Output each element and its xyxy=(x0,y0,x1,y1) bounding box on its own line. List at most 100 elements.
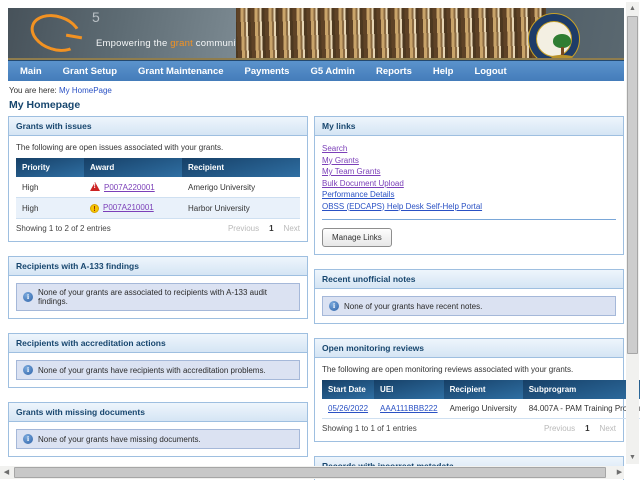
panel-accreditation-title: Recipients with accreditation actions xyxy=(9,334,307,353)
showing-entries-label: Showing 1 to 2 of 2 entries xyxy=(16,224,111,233)
breadcrumb-home-link[interactable]: My HomePage xyxy=(59,86,112,95)
panel-missing-documents-title: Grants with missing documents xyxy=(9,403,307,422)
yellow-circle-warning-icon: ! xyxy=(90,204,99,213)
subprogram-cell: 84.007A - PAM Training Program xyxy=(523,399,640,419)
award-link[interactable]: P007A210001 xyxy=(103,203,154,212)
col-recipient: Recipient xyxy=(444,380,523,399)
page-number[interactable]: 1 xyxy=(585,424,589,433)
table-footer: Showing 1 to 2 of 2 entries Previous 1 N… xyxy=(16,219,300,234)
nav-logout[interactable]: Logout xyxy=(474,66,506,77)
panel-grants-with-issues: Grants with issues The following are ope… xyxy=(8,116,308,242)
monitoring-description: The following are open monitoring review… xyxy=(322,365,616,374)
recipient-cell: Amerigo University xyxy=(444,399,523,419)
tagline-highlight: grant xyxy=(170,38,193,49)
award-link[interactable]: P007A220001 xyxy=(104,183,155,192)
nav-main[interactable]: Main xyxy=(20,66,42,77)
link-my-team-grants[interactable]: My Team Grants xyxy=(322,166,616,178)
award-cell: ! P007A210001 xyxy=(84,198,182,219)
a133-info-message: i None of your grants are associated to … xyxy=(16,283,300,311)
scroll-up-icon[interactable]: ▲ xyxy=(626,2,639,15)
scroll-right-icon[interactable]: ▶ xyxy=(613,466,626,479)
panel-a133-body: i None of your grants are associated to … xyxy=(9,276,307,318)
library-photo xyxy=(236,8,546,60)
page-number[interactable]: 1 xyxy=(269,224,273,233)
links-divider xyxy=(322,219,616,220)
panel-a133-findings: Recipients with A-133 findings i None of… xyxy=(8,256,308,319)
tagline-prefix: Empowering the xyxy=(96,38,170,49)
pagination: Previous 1 Next xyxy=(228,224,300,233)
grants-issues-table: Priority Award Recipient High !P007A2200… xyxy=(16,158,300,219)
start-date-cell: 05/26/2022 xyxy=(322,399,374,419)
horizontal-scrollbar-thumb[interactable] xyxy=(14,467,606,478)
breadcrumb: You are here: My HomePage xyxy=(9,86,112,95)
site-banner: 5 Empowering the grant community. xyxy=(8,8,624,60)
table-footer: Showing 1 to 1 of 1 entries Previous 1 N… xyxy=(322,419,616,434)
seal-tree-icon xyxy=(553,34,571,48)
link-my-grants[interactable]: My Grants xyxy=(322,155,616,167)
col-recipient: Recipient xyxy=(182,158,300,177)
tagline: Empowering the grant community. xyxy=(96,38,246,49)
grants-issues-description: The following are open issues associated… xyxy=(16,143,300,152)
link-search[interactable]: Search xyxy=(322,143,616,155)
right-column: My links Search My Grants My Team Grants… xyxy=(314,116,624,480)
g5-logo-icon xyxy=(26,8,87,58)
next-button[interactable]: Next xyxy=(600,424,616,433)
col-start-date: Start Date xyxy=(322,380,374,399)
link-performance-details[interactable]: Performance Details xyxy=(322,189,616,201)
link-obss-help-desk[interactable]: OBSS (EDCAPS) Help Desk Self-Help Portal xyxy=(322,201,616,213)
table-row: High ! P007A210001 Harbor University xyxy=(16,198,300,219)
table-row: High !P007A220001 Amerigo University xyxy=(16,177,300,198)
info-icon: i xyxy=(23,434,33,444)
panel-my-links: My links Search My Grants My Team Grants… xyxy=(314,116,624,255)
uei-link[interactable]: AAA111BBB222 xyxy=(380,404,438,413)
nav-reports[interactable]: Reports xyxy=(376,66,412,77)
notes-message-text: None of your grants have recent notes. xyxy=(344,302,482,311)
vertical-scrollbar[interactable]: ▲ ▼ xyxy=(626,2,639,464)
seal-base xyxy=(551,55,573,59)
vertical-scrollbar-thumb[interactable] xyxy=(627,16,638,354)
main-content: Grants with issues The following are ope… xyxy=(8,116,624,480)
accreditation-message-text: None of your grants have recipients with… xyxy=(38,366,266,375)
table-header-row: Priority Award Recipient xyxy=(16,158,300,177)
next-button[interactable]: Next xyxy=(284,224,300,233)
manage-links-button[interactable]: Manage Links xyxy=(322,228,392,247)
previous-button[interactable]: Previous xyxy=(544,424,575,433)
priority-cell: High xyxy=(16,198,84,219)
scroll-left-icon[interactable]: ◀ xyxy=(0,466,13,479)
uei-cell: AAA111BBB222 xyxy=(374,399,444,419)
breadcrumb-prefix: You are here: xyxy=(9,86,59,95)
nav-help[interactable]: Help xyxy=(433,66,454,77)
award-cell: !P007A220001 xyxy=(84,177,182,198)
panel-accreditation-body: i None of your grants have recipients wi… xyxy=(9,353,307,387)
recipient-cell: Harbor University xyxy=(182,198,300,219)
panel-missing-documents: Grants with missing documents i None of … xyxy=(8,402,308,457)
col-subprogram: Subprogram xyxy=(523,380,640,399)
pagination: Previous 1 Next xyxy=(544,424,616,433)
nav-grant-maintenance[interactable]: Grant Maintenance xyxy=(138,66,224,77)
monitoring-reviews-table: Start Date UEI Recipient Subprogram 05/2… xyxy=(322,380,640,419)
info-icon: i xyxy=(329,301,339,311)
link-bulk-document-upload[interactable]: Bulk Document Upload xyxy=(322,178,616,190)
panel-missing-documents-body: i None of your grants have missing docum… xyxy=(9,422,307,456)
col-uei: UEI xyxy=(374,380,444,399)
nav-grant-setup[interactable]: Grant Setup xyxy=(63,66,117,77)
table-row: 05/26/2022 AAA111BBB222 Amerigo Universi… xyxy=(322,399,640,419)
panel-unofficial-notes-title: Recent unofficial notes xyxy=(315,270,623,289)
panel-unofficial-notes: Recent unofficial notes i None of your g… xyxy=(314,269,624,324)
priority-cell: High xyxy=(16,177,84,198)
panel-unofficial-notes-body: i None of your grants have recent notes. xyxy=(315,289,623,323)
seal-tree-trunk xyxy=(561,47,564,55)
nav-payments[interactable]: Payments xyxy=(245,66,290,77)
showing-entries-label: Showing 1 to 1 of 1 entries xyxy=(322,424,417,433)
panel-grants-with-issues-title: Grants with issues xyxy=(9,117,307,136)
start-date-link[interactable]: 05/26/2022 xyxy=(328,404,368,413)
info-icon: i xyxy=(23,292,33,302)
nav-g5-admin[interactable]: G5 Admin xyxy=(310,66,355,77)
info-icon: i xyxy=(23,365,33,375)
recipient-cell: Amerigo University xyxy=(182,177,300,198)
horizontal-scrollbar[interactable]: ◀ ▶ xyxy=(0,466,624,479)
left-column: Grants with issues The following are ope… xyxy=(8,116,308,471)
panel-my-links-title: My links xyxy=(315,117,623,136)
scroll-down-icon[interactable]: ▼ xyxy=(626,451,639,464)
previous-button[interactable]: Previous xyxy=(228,224,259,233)
